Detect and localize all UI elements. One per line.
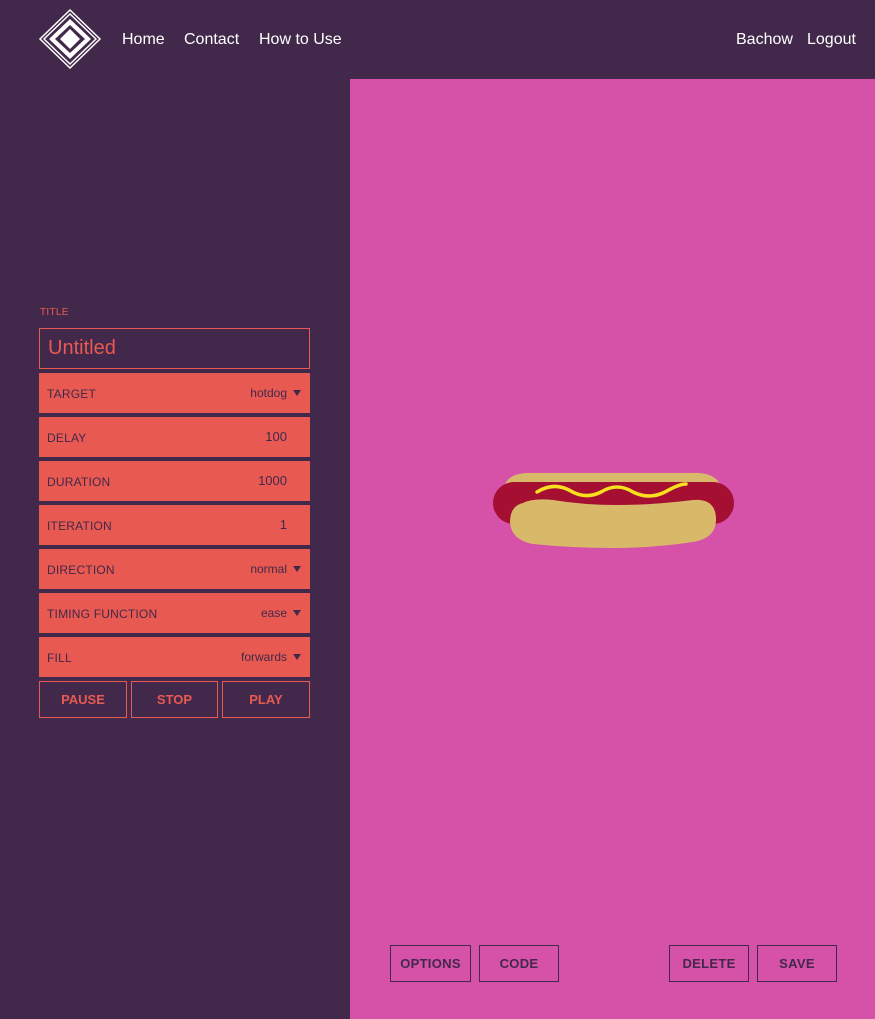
title-input[interactable] [39, 328, 310, 369]
direction-value: normal [250, 562, 287, 576]
delete-button[interactable]: DELETE [669, 945, 749, 982]
chevron-down-icon [293, 390, 301, 396]
title-label: TITLE [40, 307, 69, 318]
hotdog-icon[interactable] [493, 470, 736, 552]
nav-home-link[interactable]: Home [122, 31, 165, 49]
delay-value: 100 [265, 429, 287, 444]
delay-input[interactable]: DELAY 100 [39, 417, 310, 457]
chevron-down-icon [293, 654, 301, 660]
duration-label: DURATION [47, 475, 111, 489]
timing-function-label: TIMING FUNCTION [47, 607, 158, 621]
delay-label: DELAY [47, 431, 87, 445]
nav-how-to-use-link[interactable]: How to Use [259, 31, 342, 49]
nav-logout-link[interactable]: Logout [807, 31, 856, 49]
direction-label: DIRECTION [47, 563, 115, 577]
target-select[interactable]: TARGET hotdog [39, 373, 310, 413]
top-nav-bar: Home Contact How to Use Bachow Logout [0, 0, 875, 79]
iteration-label: ITERATION [47, 519, 112, 533]
target-label: TARGET [47, 387, 96, 401]
direction-select[interactable]: DIRECTION normal [39, 549, 310, 589]
target-value: hotdog [250, 386, 287, 400]
fill-value: forwards [240, 650, 287, 664]
stop-button[interactable]: STOP [131, 681, 218, 718]
timing-function-select[interactable]: TIMING FUNCTION ease [39, 593, 310, 633]
play-button[interactable]: PLAY [222, 681, 310, 718]
nav-contact-link[interactable]: Contact [184, 31, 239, 49]
chevron-down-icon [293, 610, 301, 616]
nav-user-link[interactable]: Bachow [736, 31, 793, 49]
logo-icon[interactable] [38, 8, 102, 70]
save-button[interactable]: SAVE [757, 945, 837, 982]
pause-button[interactable]: PAUSE [39, 681, 127, 718]
fill-label: FILL [47, 651, 72, 665]
options-button[interactable]: OPTIONS [390, 945, 471, 982]
duration-value: 1000 [258, 473, 287, 488]
fill-select[interactable]: FILL forwards [39, 637, 310, 677]
code-button[interactable]: CODE [479, 945, 559, 982]
iteration-value: 1 [279, 517, 287, 532]
iteration-input[interactable]: ITERATION 1 [39, 505, 310, 545]
chevron-down-icon [293, 566, 301, 572]
duration-input[interactable]: DURATION 1000 [39, 461, 310, 501]
timing-function-value: ease [260, 606, 287, 620]
